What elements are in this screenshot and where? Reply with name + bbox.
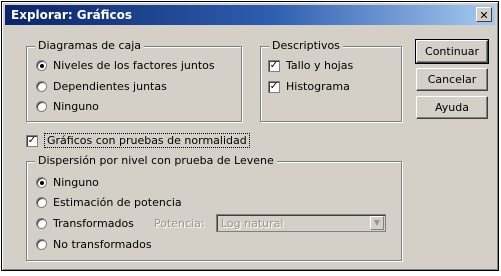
boxplot-factor-levels-radio[interactable]: Niveles de los factores juntos (36, 59, 215, 72)
power-select-value: Log natural (221, 217, 284, 230)
checkmark-icon: ✓ (268, 80, 280, 93)
radio-selected-icon (36, 177, 47, 188)
continue-button[interactable]: Continuar (415, 39, 489, 64)
title-bar: Explorar: Gráficos ✕ (5, 5, 495, 25)
radio-icon (36, 81, 47, 92)
option-label: Transformados (53, 217, 134, 230)
checkmark-icon: ✓ (268, 59, 280, 72)
normality-plots-checkbox[interactable]: ✓ Gráficos con pruebas de normalidad (26, 133, 250, 148)
radio-icon (36, 218, 47, 229)
boxplot-none-radio[interactable]: Ninguno (36, 100, 99, 113)
transformed-radio[interactable]: Transformados (36, 217, 134, 230)
option-label: No transformados (53, 238, 152, 251)
radio-selected-icon (36, 60, 47, 71)
help-button[interactable]: Ayuda (416, 96, 488, 119)
option-label: Ninguno (53, 100, 99, 113)
option-label: Dependientes juntas (53, 80, 167, 93)
radio-icon (36, 197, 47, 208)
option-label: Estimación de potencia (53, 196, 182, 209)
histogram-checkbox[interactable]: ✓ Histograma (268, 80, 350, 93)
option-label: Ninguno (53, 176, 99, 189)
untransformed-radio[interactable]: No transformados (36, 238, 152, 251)
descriptives-group-label: Descriptivos (269, 39, 343, 52)
power-select[interactable]: Log natural ▼ (216, 214, 386, 232)
radio-icon (36, 239, 47, 250)
option-label: Histograma (286, 80, 350, 93)
close-button[interactable]: ✕ (476, 7, 492, 22)
levene-group-label: Dispersión por nivel con prueba de Leven… (35, 154, 277, 167)
option-label: Niveles de los factores juntos (53, 59, 215, 72)
cancel-button[interactable]: Cancelar (416, 68, 488, 91)
option-label: Gráficos con pruebas de normalidad (44, 133, 250, 148)
explore-plots-dialog: Explorar: Gráficos ✕ Diagramas de caja N… (1, 1, 499, 271)
boxplot-dependents-radio[interactable]: Dependientes juntas (36, 80, 167, 93)
radio-icon (36, 101, 47, 112)
power-estimation-radio[interactable]: Estimación de potencia (36, 196, 182, 209)
levene-none-radio[interactable]: Ninguno (36, 176, 99, 189)
option-label: Tallo y hojas (286, 59, 354, 72)
checkmark-icon: ✓ (26, 134, 38, 147)
boxplots-group-label: Diagramas de caja (35, 39, 145, 52)
stem-leaf-checkbox[interactable]: ✓ Tallo y hojas (268, 59, 353, 72)
dropdown-arrow-icon: ▼ (370, 216, 384, 230)
window-title: Explorar: Gráficos (11, 8, 133, 22)
power-label: Potencia: (154, 217, 205, 230)
